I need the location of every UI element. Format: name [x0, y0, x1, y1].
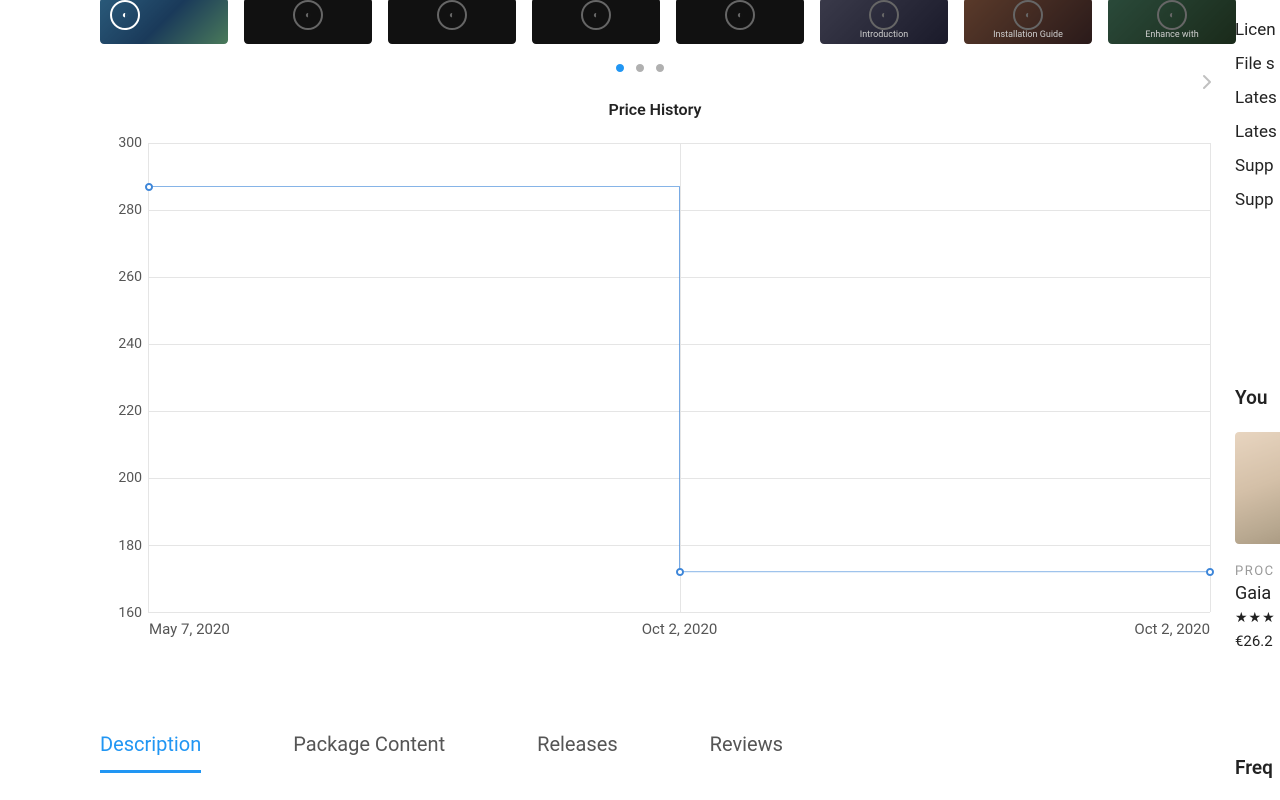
x-tick: Oct 2, 2020 [642, 620, 718, 638]
chart-plot-area: May 7, 2020 Oct 2, 2020 Oct 2, 2020 [148, 143, 1210, 613]
recommendations-heading: You [1235, 386, 1267, 409]
detail-label: Lates [1235, 88, 1277, 108]
tab-package-content[interactable]: Package Content [293, 732, 445, 773]
detail-label: Lates [1235, 122, 1277, 142]
thumbnail-caption: Enhance with [1108, 30, 1236, 40]
detail-label: Supp [1235, 156, 1277, 176]
chart-title: Price History [100, 100, 1210, 119]
app-logo-icon: ◐ [869, 0, 899, 30]
y-tick: 240 [100, 336, 142, 352]
y-tick: 200 [100, 470, 142, 486]
recommended-title: Gaia [1235, 583, 1280, 604]
x-tick: May 7, 2020 [149, 620, 230, 638]
thumbnail-5[interactable]: ◐ Introduction [820, 0, 948, 44]
detail-label: Supp [1235, 190, 1277, 210]
faq-heading: Freq [1235, 756, 1273, 779]
app-logo-icon: ◐ [437, 0, 467, 30]
detail-tabs: Description Package Content Releases Rev… [100, 732, 783, 773]
data-point[interactable] [145, 183, 153, 191]
thumbnail-1[interactable]: ◐ [244, 0, 372, 44]
carousel-next-button[interactable] [1195, 70, 1219, 94]
detail-label: File s [1235, 54, 1277, 74]
y-tick: 300 [100, 135, 142, 151]
recommended-price: €26.2 [1235, 632, 1280, 650]
y-tick: 220 [100, 403, 142, 419]
app-logo-icon: ◐ [110, 0, 140, 30]
thumbnail-0[interactable]: ◐ [100, 0, 228, 44]
details-list: Licen File s Lates Lates Supp Supp [1235, 20, 1277, 210]
tab-releases[interactable]: Releases [537, 732, 618, 773]
thumbnail-4[interactable]: ◐ [676, 0, 804, 44]
thumbnail-7[interactable]: ◐ Enhance with [1108, 0, 1236, 44]
y-tick: 280 [100, 202, 142, 218]
recommended-card[interactable]: PROC Gaia ★★★ €26.2 [1235, 432, 1280, 650]
y-tick: 180 [100, 538, 142, 554]
carousel-dot-0[interactable] [616, 64, 624, 72]
recommended-eyebrow: PROC [1235, 564, 1280, 579]
carousel-thumbnails: ◐ ◐ ◐ ◐ ◐ ◐ Introduction ◐ Installation … [100, 0, 1280, 46]
app-logo-icon: ◐ [293, 0, 323, 30]
carousel-dot-1[interactable] [636, 64, 644, 72]
y-tick: 160 [100, 605, 142, 621]
app-logo-icon: ◐ [725, 0, 755, 30]
chevron-right-icon [1197, 72, 1217, 92]
star-rating-icon: ★★★ [1235, 610, 1280, 626]
thumbnail-2[interactable]: ◐ [388, 0, 516, 44]
app-logo-icon: ◐ [1157, 0, 1187, 30]
thumbnail-6[interactable]: ◐ Installation Guide [964, 0, 1092, 44]
thumbnail-caption: Introduction [820, 30, 948, 40]
price-line [149, 143, 1210, 612]
gridline [1210, 143, 1211, 612]
data-point[interactable] [1206, 568, 1214, 576]
thumbnail-caption: Installation Guide [964, 30, 1092, 40]
tab-reviews[interactable]: Reviews [710, 732, 783, 773]
y-tick: 260 [100, 269, 142, 285]
carousel-dot-2[interactable] [656, 64, 664, 72]
carousel-pagination [616, 64, 664, 72]
recommended-thumbnail [1235, 432, 1280, 544]
app-logo-icon: ◐ [1013, 0, 1043, 30]
detail-label: Licen [1235, 20, 1277, 40]
data-point[interactable] [676, 568, 684, 576]
price-history-chart: Price History 300 280 260 240 220 200 18… [100, 100, 1210, 643]
x-tick: Oct 2, 2020 [1134, 620, 1210, 638]
tab-description[interactable]: Description [100, 732, 201, 773]
thumbnail-3[interactable]: ◐ [532, 0, 660, 44]
app-logo-icon: ◐ [581, 0, 611, 30]
